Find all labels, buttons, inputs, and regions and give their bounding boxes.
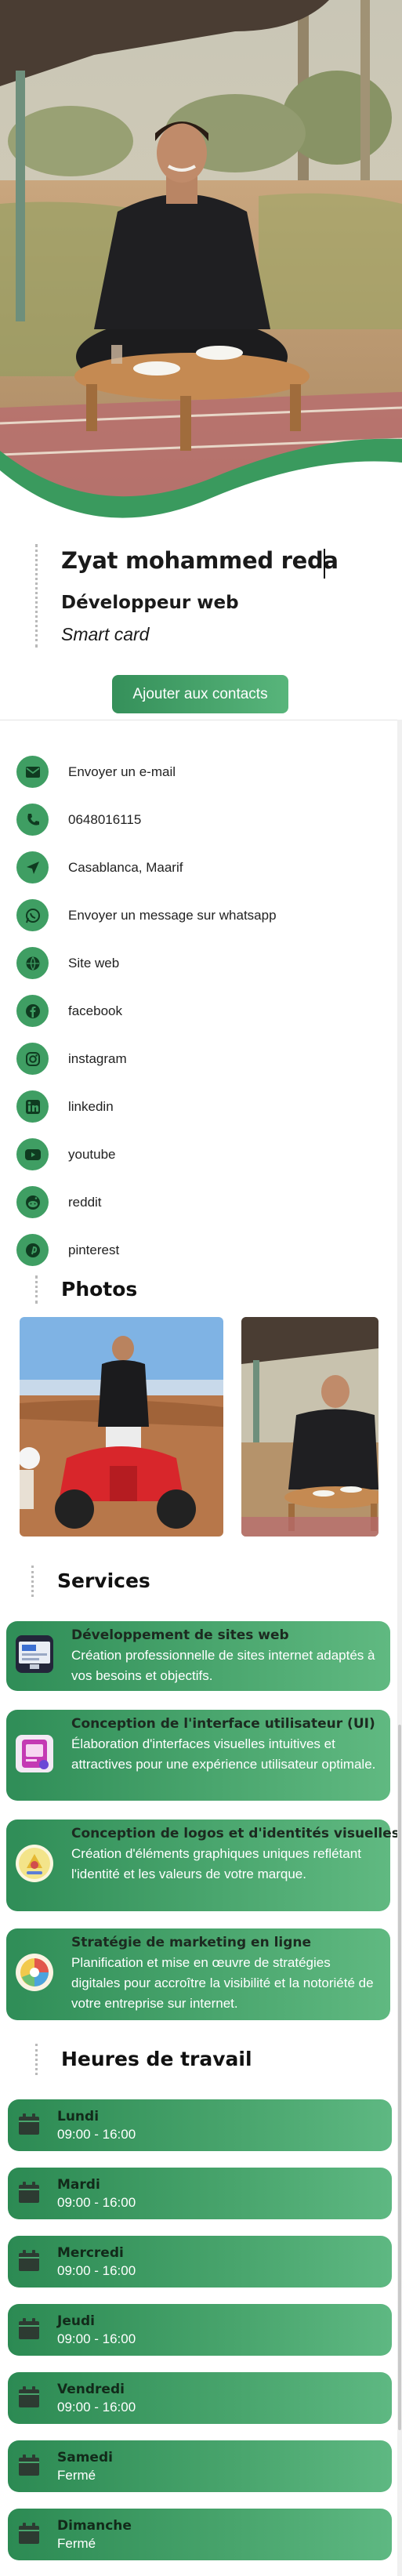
hours-time: 09:00 - 16:00: [57, 2400, 136, 2415]
globe-icon: [16, 947, 49, 979]
hours-time: 09:00 - 16:00: [57, 2331, 136, 2346]
hours-day: Samedi: [57, 2450, 113, 2465]
contact-label: linkedin: [68, 1098, 114, 1114]
hours-time: 09:00 - 16:00: [57, 2127, 136, 2142]
service-title: Conception de l'interface utilisateur (U…: [71, 1716, 375, 1732]
facebook-icon: [16, 995, 49, 1027]
contact-facebook[interactable]: facebook: [0, 987, 402, 1035]
gallery-photo-2[interactable]: [241, 1317, 378, 1537]
service-title: Stratégie de marketing en ligne: [71, 1935, 312, 1950]
calendar-icon: [19, 2454, 39, 2476]
service-card[interactable]: Développement de sites web Création prof…: [6, 1621, 390, 1691]
profile-job-title: Développeur web: [61, 593, 239, 613]
phone-icon: [16, 804, 49, 836]
contact-label: reddit: [68, 1194, 102, 1210]
hours-row-wednesday: Mercredi 09:00 - 16:00: [8, 2236, 392, 2288]
hours-day: Mardi: [57, 2177, 100, 2193]
hours-time: 09:00 - 16:00: [57, 2195, 136, 2210]
hours-row-friday: Vendredi 09:00 - 16:00: [8, 2372, 392, 2424]
web-development-icon: [16, 1635, 53, 1673]
text-cursor: [324, 549, 325, 579]
youtube-icon: [16, 1138, 49, 1170]
service-description: Création professionnelle de sites intern…: [71, 1648, 375, 1683]
divider-dots: [31, 1566, 34, 1597]
divider-dots: [35, 2044, 38, 2075]
working-hours-heading: Heures de travail: [61, 2048, 252, 2070]
hero-cover-photo: [0, 0, 402, 525]
contact-label: Envoyer un e-mail: [68, 764, 176, 779]
hours-time: Fermé: [57, 2468, 96, 2483]
contact-reddit[interactable]: reddit: [0, 1178, 402, 1226]
hours-row-saturday: Samedi Fermé: [8, 2440, 392, 2492]
hours-day: Lundi: [57, 2109, 100, 2124]
whatsapp-icon: [16, 899, 49, 931]
profile-header: Zyat mohammed reda Développeur web Smart…: [0, 541, 402, 729]
calendar-icon: [19, 2318, 39, 2339]
linkedin-icon: [16, 1090, 49, 1123]
divider-dots: [35, 544, 38, 648]
hours-day: Dimanche: [57, 2518, 132, 2534]
hours-time: Fermé: [57, 2536, 96, 2551]
calendar-icon: [19, 2523, 39, 2544]
profile-name: Zyat mohammed reda: [61, 547, 339, 574]
services-heading: Services: [57, 1569, 150, 1592]
envelope-icon: [16, 756, 49, 788]
profile-subtitle: Smart card: [61, 624, 150, 644]
hours-time: 09:00 - 16:00: [57, 2263, 136, 2278]
contact-instagram[interactable]: instagram: [0, 1035, 402, 1083]
hours-row-thursday: Jeudi 09:00 - 16:00: [8, 2304, 392, 2356]
photos-heading: Photos: [61, 1278, 138, 1301]
pinterest-icon: [16, 1234, 49, 1266]
contact-label: instagram: [68, 1050, 127, 1066]
page-scrollbar[interactable]: [397, 720, 402, 2576]
hours-day: Mercredi: [57, 2245, 124, 2261]
contact-whatsapp[interactable]: Envoyer un message sur whatsapp: [0, 891, 402, 939]
contact-list: Envoyer un e-mail 0648016115 Casablanca,…: [0, 720, 402, 1268]
calendar-icon: [19, 2386, 39, 2407]
contact-label: pinterest: [68, 1242, 120, 1257]
contact-website[interactable]: Site web: [0, 939, 402, 987]
contact-phone[interactable]: 0648016115: [0, 796, 402, 844]
marketing-strategy-icon: [16, 1954, 53, 1991]
service-title: Conception de logos et d'identités visue…: [71, 1826, 400, 1841]
service-description: Création d'éléments graphiques uniques r…: [71, 1846, 361, 1881]
hours-row-tuesday: Mardi 09:00 - 16:00: [8, 2168, 392, 2219]
contact-address[interactable]: Casablanca, Maarif: [0, 844, 402, 891]
hours-day: Vendredi: [57, 2382, 125, 2397]
contact-label: facebook: [68, 1003, 122, 1018]
contact-pinterest[interactable]: pinterest: [0, 1226, 402, 1274]
location-arrow-icon: [16, 851, 49, 883]
contact-label: 0648016115: [68, 811, 142, 827]
service-card[interactable]: Conception de logos et d'identités visue…: [6, 1820, 400, 1911]
service-description: Planification et mise en œuvre de straté…: [71, 1955, 374, 2011]
service-card[interactable]: Stratégie de marketing en ligne Planific…: [6, 1928, 390, 2020]
service-description: Élaboration d'interfaces visuelles intui…: [71, 1736, 376, 1772]
divider-dots: [35, 1275, 38, 1304]
reddit-icon: [16, 1186, 49, 1218]
photo-garden-table: [241, 1317, 378, 1537]
contact-label: Casablanca, Maarif: [68, 859, 183, 875]
scrollbar-thumb[interactable]: [398, 1725, 401, 2430]
contact-label: youtube: [68, 1146, 116, 1162]
cover-image: [0, 0, 402, 525]
hours-day: Jeudi: [57, 2313, 95, 2329]
add-to-contacts-button[interactable]: Ajouter aux contacts: [112, 675, 288, 713]
hours-row-sunday: Dimanche Fermé: [8, 2509, 392, 2560]
ui-design-icon: [16, 1735, 53, 1772]
hours-row-monday: Lundi 09:00 - 16:00: [8, 2099, 392, 2151]
logo-design-icon: [16, 1845, 53, 1882]
photo-quad-desert: [20, 1317, 223, 1537]
service-card[interactable]: Conception de l'interface utilisateur (U…: [6, 1710, 390, 1801]
gallery-photo-1[interactable]: [20, 1317, 223, 1537]
calendar-icon: [19, 2250, 39, 2271]
service-title: Développement de sites web: [71, 1627, 289, 1643]
contact-email[interactable]: Envoyer un e-mail: [0, 748, 402, 796]
calendar-icon: [19, 2113, 39, 2135]
contact-label: Envoyer un message sur whatsapp: [68, 907, 277, 923]
contact-label: Site web: [68, 955, 120, 971]
contact-linkedin[interactable]: linkedin: [0, 1083, 402, 1130]
contact-youtube[interactable]: youtube: [0, 1130, 402, 1178]
calendar-icon: [19, 2182, 39, 2203]
instagram-icon: [16, 1043, 49, 1075]
